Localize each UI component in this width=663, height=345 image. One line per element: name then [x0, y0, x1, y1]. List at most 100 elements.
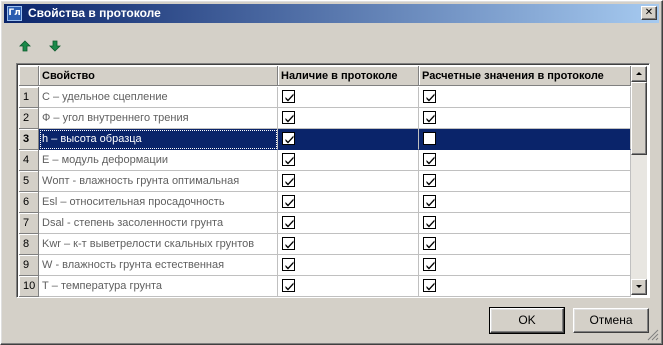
checkmark-icon — [285, 198, 294, 207]
table-row[interactable]: 7 Dsal - степень засоленности грунта — [19, 213, 631, 234]
checkmark-icon — [285, 156, 294, 165]
in-protocol-cell — [278, 108, 419, 129]
calc-values-checkbox[interactable] — [423, 237, 436, 250]
checkmark-icon — [285, 219, 294, 228]
table-row[interactable]: 6 Esl – относительная просадочность — [19, 192, 631, 213]
move-up-button[interactable] — [17, 38, 33, 54]
in-protocol-cell — [278, 171, 419, 192]
ok-button[interactable]: OK — [489, 307, 565, 334]
calc-values-checkbox[interactable] — [423, 258, 436, 271]
in-protocol-cell — [278, 87, 419, 108]
in-protocol-checkbox[interactable] — [282, 153, 295, 166]
table-row[interactable]: 1С – удельное сцепление — [19, 87, 631, 108]
calc-values-cell — [419, 276, 631, 297]
checkmark-icon — [426, 93, 435, 102]
property-name-cell[interactable]: h – высота образца — [39, 129, 278, 150]
app-icon: Гл — [7, 6, 22, 21]
calc-values-checkbox[interactable] — [423, 195, 436, 208]
checkmark-icon — [285, 114, 294, 123]
calc-values-checkbox[interactable] — [423, 111, 436, 124]
calc-values-cell — [419, 150, 631, 171]
table-row[interactable]: 5 Wопт - влажность грунта оптимальная — [19, 171, 631, 192]
property-name-cell[interactable]: W - влажность грунта естественная — [39, 255, 278, 276]
calc-values-checkbox[interactable] — [423, 132, 436, 145]
title-bar[interactable]: Гл Свойства в протоколе ✕ — [4, 4, 659, 23]
calc-values-cell — [419, 255, 631, 276]
checkmark-icon — [285, 240, 294, 249]
checkmark-icon — [426, 198, 435, 207]
property-name-cell[interactable]: Dsal - степень засоленности грунта — [39, 213, 278, 234]
scrollbar-thumb[interactable] — [631, 82, 647, 155]
row-number: 4 — [19, 150, 39, 171]
row-number: 8 — [19, 234, 39, 255]
in-protocol-checkbox[interactable] — [282, 174, 295, 187]
table-row[interactable]: 3h – высота образца — [19, 129, 631, 150]
in-protocol-checkbox[interactable] — [282, 279, 295, 292]
in-protocol-checkbox[interactable] — [282, 111, 295, 124]
window-title: Свойства в протоколе — [28, 6, 161, 20]
checkmark-icon — [426, 156, 435, 165]
property-name-cell[interactable]: Е – модуль деформации — [39, 150, 278, 171]
in-protocol-cell — [278, 129, 419, 150]
property-name-cell[interactable]: С – удельное сцепление — [39, 87, 278, 108]
table-row[interactable]: 9W - влажность грунта естественная — [19, 255, 631, 276]
column-header-calc-values[interactable]: Расчетные значения в протоколе — [419, 66, 631, 86]
row-number: 5 — [19, 171, 39, 192]
cancel-button[interactable]: Отмена — [573, 308, 649, 333]
table-row[interactable]: 10 Т – температура грунта — [19, 276, 631, 297]
checkmark-icon — [426, 261, 435, 270]
row-number: 10 — [19, 276, 39, 297]
property-name-cell[interactable]: Ф – угол внутреннего трения — [39, 108, 278, 129]
column-header-in-protocol[interactable]: Наличие в протоколе — [278, 66, 419, 86]
properties-dialog: Гл Свойства в протоколе ✕ Свойство Налич… — [0, 0, 663, 345]
scroll-up-arrow-icon — [636, 72, 642, 75]
close-button[interactable]: ✕ — [641, 6, 657, 20]
checkmark-icon — [426, 219, 435, 228]
property-name-cell[interactable]: Wопт - влажность грунта оптимальная — [39, 171, 278, 192]
in-protocol-checkbox[interactable] — [282, 216, 295, 229]
in-protocol-cell — [278, 255, 419, 276]
in-protocol-cell — [278, 276, 419, 297]
row-number: 7 — [19, 213, 39, 234]
calc-values-cell — [419, 108, 631, 129]
checkmark-icon — [285, 177, 294, 186]
calc-values-checkbox[interactable] — [423, 153, 436, 166]
property-name-cell[interactable]: Kwr – к-т выветрелости скальных грунтов — [39, 234, 278, 255]
table-row[interactable]: 4Е – модуль деформации — [19, 150, 631, 171]
calc-values-checkbox[interactable] — [423, 90, 436, 103]
row-number: 9 — [19, 255, 39, 276]
calc-values-checkbox[interactable] — [423, 174, 436, 187]
checkmark-icon — [426, 114, 435, 123]
calc-values-cell — [419, 192, 631, 213]
property-name-cell[interactable]: Т – температура грунта — [39, 276, 278, 297]
move-down-button[interactable] — [47, 38, 63, 54]
property-name-cell[interactable]: Esl – относительная просадочность — [39, 192, 278, 213]
scroll-down-button[interactable] — [631, 279, 647, 295]
row-number: 1 — [19, 87, 39, 108]
table-row[interactable]: 2Ф – угол внутреннего трения — [19, 108, 631, 129]
calc-values-checkbox[interactable] — [423, 279, 436, 292]
row-number: 2 — [19, 108, 39, 129]
arrow-up-icon — [19, 40, 31, 52]
scroll-up-button[interactable] — [631, 66, 647, 82]
in-protocol-checkbox[interactable] — [282, 195, 295, 208]
in-protocol-checkbox[interactable] — [282, 258, 295, 271]
column-header-property[interactable]: Свойство — [39, 66, 278, 86]
in-protocol-checkbox[interactable] — [282, 132, 295, 145]
row-number: 3 — [19, 129, 39, 150]
calc-values-checkbox[interactable] — [423, 216, 436, 229]
checkmark-icon — [285, 261, 294, 270]
calc-values-cell — [419, 213, 631, 234]
checkmark-icon — [285, 93, 294, 102]
vertical-scrollbar[interactable] — [631, 66, 647, 295]
checkmark-icon — [426, 177, 435, 186]
in-protocol-checkbox[interactable] — [282, 90, 295, 103]
in-protocol-cell — [278, 192, 419, 213]
arrow-down-icon — [49, 40, 61, 52]
resize-grip-icon[interactable] — [647, 329, 659, 341]
row-number: 6 — [19, 192, 39, 213]
table-row[interactable]: 8 Kwr – к-т выветрелости скальных грунтов — [19, 234, 631, 255]
properties-grid[interactable]: Свойство Наличие в протоколе Расчетные з… — [16, 63, 650, 298]
in-protocol-checkbox[interactable] — [282, 237, 295, 250]
in-protocol-cell — [278, 150, 419, 171]
